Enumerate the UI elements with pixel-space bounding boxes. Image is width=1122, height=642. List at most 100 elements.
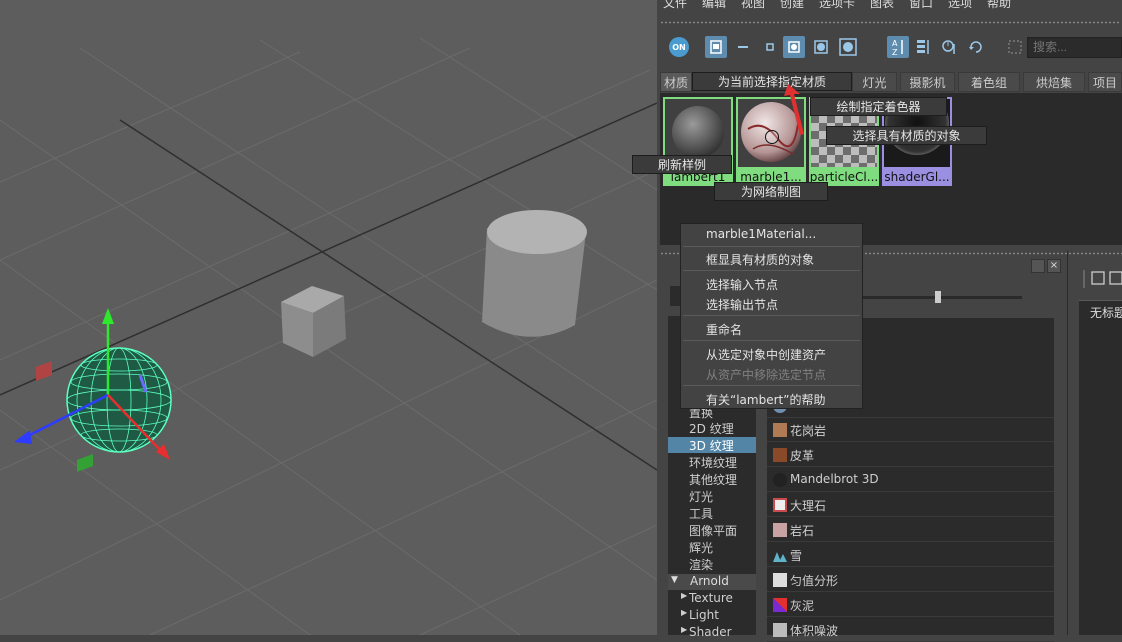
tree-item-2d-texture[interactable]: 2D 纹理 bbox=[689, 420, 734, 437]
tree-item-3d-texture[interactable]: 3D 纹理 bbox=[689, 437, 734, 454]
menu-separator bbox=[683, 315, 860, 316]
tree-item-env-texture[interactable]: 环境纹理 bbox=[689, 454, 737, 471]
paint-shader-tooltip[interactable]: 绘制指定着色器 bbox=[810, 97, 947, 116]
menu-separator bbox=[683, 246, 860, 247]
solid-fractal-icon bbox=[773, 573, 787, 587]
list-item[interactable]: 体积噪波 bbox=[767, 618, 1054, 642]
menu-item-frame-objects[interactable]: 框显具有材质的对象 bbox=[706, 251, 814, 268]
sort-by-name-icon[interactable]: AZ bbox=[887, 36, 909, 58]
tree-item-arnold-light[interactable]: ▶ Light bbox=[681, 608, 719, 622]
close-panel-icon[interactable]: × bbox=[1047, 259, 1061, 273]
swatch-label: shaderGl... bbox=[884, 170, 950, 184]
mandelbrot-icon bbox=[773, 473, 787, 487]
stucco-icon bbox=[773, 598, 787, 612]
list-item[interactable]: 花岗岩 bbox=[767, 418, 1054, 442]
menu-file[interactable]: 文件 bbox=[663, 0, 687, 11]
slider-handle[interactable] bbox=[935, 291, 941, 303]
search-input[interactable] bbox=[1027, 37, 1122, 58]
menu-tabs[interactable]: 选项卡 bbox=[819, 0, 855, 11]
reverse-order-icon[interactable] bbox=[965, 36, 987, 58]
sort-by-type-icon[interactable] bbox=[912, 36, 934, 58]
expand-arrow-icon: ▼ bbox=[671, 575, 678, 585]
menu-bar: 文件 编辑 视图 创建 选项卡 图表 窗口 选项 帮助 bbox=[657, 0, 1122, 12]
tab-cameras[interactable]: 摄影机 bbox=[900, 72, 955, 92]
viewport-scene bbox=[0, 37, 657, 635]
expand-arrow-icon: ▶ bbox=[681, 591, 688, 600]
leather-icon bbox=[773, 448, 787, 462]
side-panel-tab[interactable]: 无标题 bbox=[1079, 300, 1122, 323]
svg-text:Z: Z bbox=[892, 48, 898, 56]
dash-icon[interactable] bbox=[732, 36, 754, 58]
list-item[interactable]: 雪 bbox=[767, 543, 1054, 567]
menu-graph[interactable]: 图表 bbox=[870, 0, 894, 11]
menu-window[interactable]: 窗口 bbox=[909, 0, 933, 11]
dock-icon[interactable] bbox=[1004, 36, 1026, 58]
toolbar-grip[interactable] bbox=[660, 21, 1120, 24]
menu-item-remove-from-asset: 从资产中移除选定节点 bbox=[706, 368, 827, 382]
tree-item-other-texture[interactable]: 其他纹理 bbox=[689, 471, 737, 488]
cylinder[interactable] bbox=[482, 210, 587, 337]
select-objects-tooltip[interactable]: 选择具有材质的对象 bbox=[826, 126, 987, 145]
menu-separator bbox=[683, 340, 860, 341]
swatch-context-menu: marble1Material... 框显具有材质的对象 选择输入节点 选择输出… bbox=[680, 223, 863, 409]
display-swatch-button[interactable] bbox=[705, 36, 727, 58]
cursor-circle-icon bbox=[765, 130, 779, 144]
tree-item-lights[interactable]: 灯光 bbox=[689, 488, 713, 505]
svg-text:A: A bbox=[892, 39, 898, 48]
medium-swatch-button[interactable] bbox=[783, 36, 805, 58]
sphere[interactable] bbox=[66, 347, 172, 453]
menu-options[interactable]: 选项 bbox=[948, 0, 972, 11]
list-item[interactable]: 灰泥 bbox=[767, 593, 1054, 617]
arnold-header[interactable]: ▼ Arnold bbox=[668, 574, 756, 590]
list-item[interactable]: 皮革 bbox=[767, 443, 1054, 467]
tree-item-arnold-shader[interactable]: ▶ Shader bbox=[681, 625, 732, 639]
float-panel-icon[interactable] bbox=[1031, 259, 1045, 273]
menu-item-create-asset[interactable]: 从选定对象中创建资产 bbox=[706, 346, 826, 363]
list-item[interactable]: 大理石 bbox=[767, 493, 1054, 517]
tab-shading-groups[interactable]: 着色组 bbox=[958, 72, 1020, 92]
tree-item-glow[interactable]: 辉光 bbox=[689, 539, 713, 556]
menu-item-rename[interactable]: 重命名 bbox=[706, 321, 742, 338]
tab-bake-sets[interactable]: 烘焙集 bbox=[1023, 72, 1085, 92]
side-panel-title: 无标题 bbox=[1090, 306, 1122, 320]
list-item[interactable]: Mandelbrot 3D bbox=[767, 468, 1054, 492]
list-item[interactable]: 匀值分形 bbox=[767, 568, 1054, 592]
tree-item-arnold-texture[interactable]: ▶ Texture bbox=[681, 591, 733, 605]
menu-separator bbox=[683, 270, 860, 271]
tree-item-image-planes[interactable]: 图像平面 bbox=[689, 522, 737, 539]
menu-item-select-input-nodes[interactable]: 选择输入节点 bbox=[706, 276, 778, 293]
menu-separator bbox=[683, 385, 860, 386]
tab-materials[interactable]: 材质 bbox=[660, 72, 692, 92]
menu-item-material-attributes[interactable]: marble1Material... bbox=[706, 227, 816, 241]
menu-item-select-output-nodes[interactable]: 选择输出节点 bbox=[706, 296, 778, 313]
slider-track[interactable] bbox=[862, 296, 1022, 299]
sort-by-time-icon[interactable] bbox=[938, 36, 960, 58]
menu-edit[interactable]: 编辑 bbox=[702, 0, 726, 11]
assign-material-tooltip[interactable]: 为当前选择指定材质 bbox=[692, 72, 852, 91]
menu-help[interactable]: 帮助 bbox=[987, 0, 1011, 11]
menu-item-help[interactable]: 有关“lambert”的帮助 bbox=[706, 391, 825, 408]
tab-projects[interactable]: 项目 bbox=[1088, 72, 1122, 92]
3d-viewport[interactable] bbox=[0, 0, 657, 635]
cube[interactable] bbox=[281, 286, 346, 357]
list-item[interactable]: 岩石 bbox=[767, 518, 1054, 542]
menu-create[interactable]: 创建 bbox=[780, 0, 804, 11]
tree-item-rendering[interactable]: 渲染 bbox=[689, 556, 713, 573]
expand-arrow-icon: ▶ bbox=[681, 625, 688, 634]
on-toggle-button[interactable]: ON bbox=[669, 37, 689, 57]
xlarge-swatch-button[interactable] bbox=[837, 36, 859, 58]
rock-icon bbox=[773, 523, 787, 537]
marble-icon bbox=[773, 498, 787, 512]
side-panel-icons bbox=[1080, 268, 1122, 290]
large-swatch-button[interactable] bbox=[810, 36, 832, 58]
tab-lights[interactable]: 灯光 bbox=[852, 72, 897, 92]
expand-arrow-icon: ▶ bbox=[681, 608, 688, 617]
arnold-label: Arnold bbox=[690, 574, 729, 588]
side-panel-body bbox=[1079, 322, 1122, 635]
graph-network-tooltip[interactable]: 为网络制图 bbox=[714, 182, 828, 201]
red-arrow-icon bbox=[784, 84, 804, 135]
small-swatch-button[interactable] bbox=[759, 36, 781, 58]
tree-item-utilities[interactable]: 工具 bbox=[689, 505, 713, 522]
menu-view[interactable]: 视图 bbox=[741, 0, 765, 11]
refresh-swatch-tooltip[interactable]: 刷新样例 bbox=[632, 155, 732, 174]
